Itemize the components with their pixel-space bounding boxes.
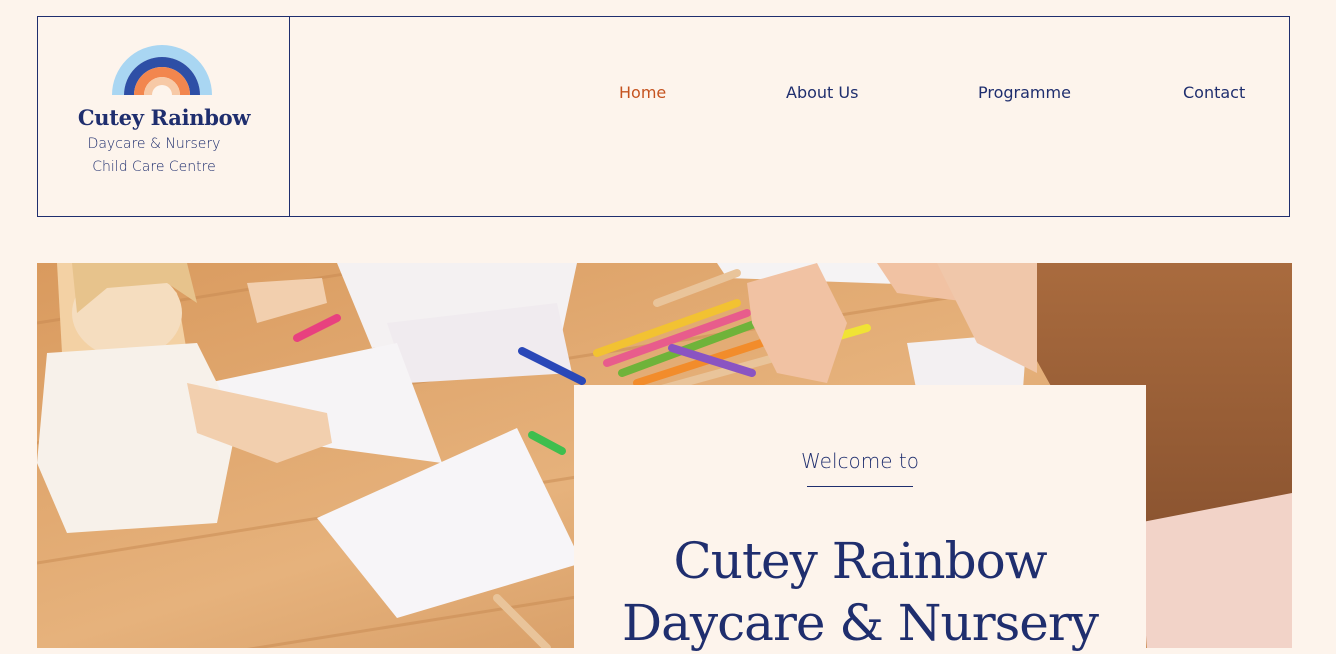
hero-title-line1: Cutey Rainbow	[673, 532, 1048, 590]
nav-programme[interactable]: Programme	[978, 83, 1071, 102]
nav-about-us[interactable]: About Us	[786, 83, 858, 102]
nav-contact[interactable]: Contact	[1183, 83, 1245, 102]
welcome-card: Welcome to Cutey Rainbow Daycare & Nurse…	[574, 385, 1146, 652]
hero-title-line2: Daycare & Nursery	[622, 594, 1099, 652]
logo[interactable]: Cutey Rainbow Daycare & Nursery Child Ca…	[38, 17, 290, 216]
rainbow-icon	[112, 45, 212, 95]
welcome-text: Welcome to	[801, 449, 919, 473]
hero-title: Cutey Rainbow Daycare & Nursery	[574, 530, 1146, 654]
site-header: Cutey Rainbow Daycare & Nursery Child Ca…	[37, 16, 1290, 217]
brand-tagline: Child Care Centre	[92, 159, 216, 175]
brand-subtitle: Daycare & Nursery	[87, 136, 221, 152]
nav-home[interactable]: Home	[619, 83, 666, 102]
welcome-underline	[807, 486, 913, 487]
brand-name: Cutey Rainbow	[77, 105, 251, 130]
